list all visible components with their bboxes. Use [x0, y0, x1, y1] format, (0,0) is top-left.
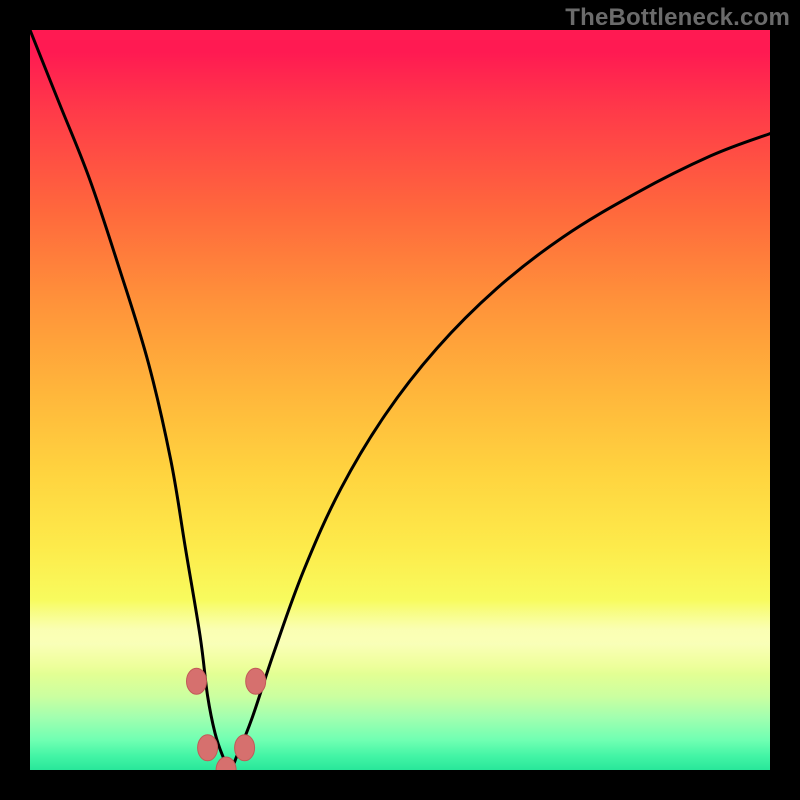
watermark-text: TheBottleneck.com [565, 4, 790, 32]
curve-marker [187, 668, 207, 694]
curve-marker [235, 735, 255, 761]
plot-area [30, 30, 770, 770]
curve-marker [246, 668, 266, 694]
curve-marker [216, 757, 236, 770]
bottleneck-curve-svg [30, 30, 770, 770]
curve-markers [187, 668, 266, 770]
curve-marker [198, 735, 218, 761]
bottleneck-curve-path [30, 30, 770, 770]
